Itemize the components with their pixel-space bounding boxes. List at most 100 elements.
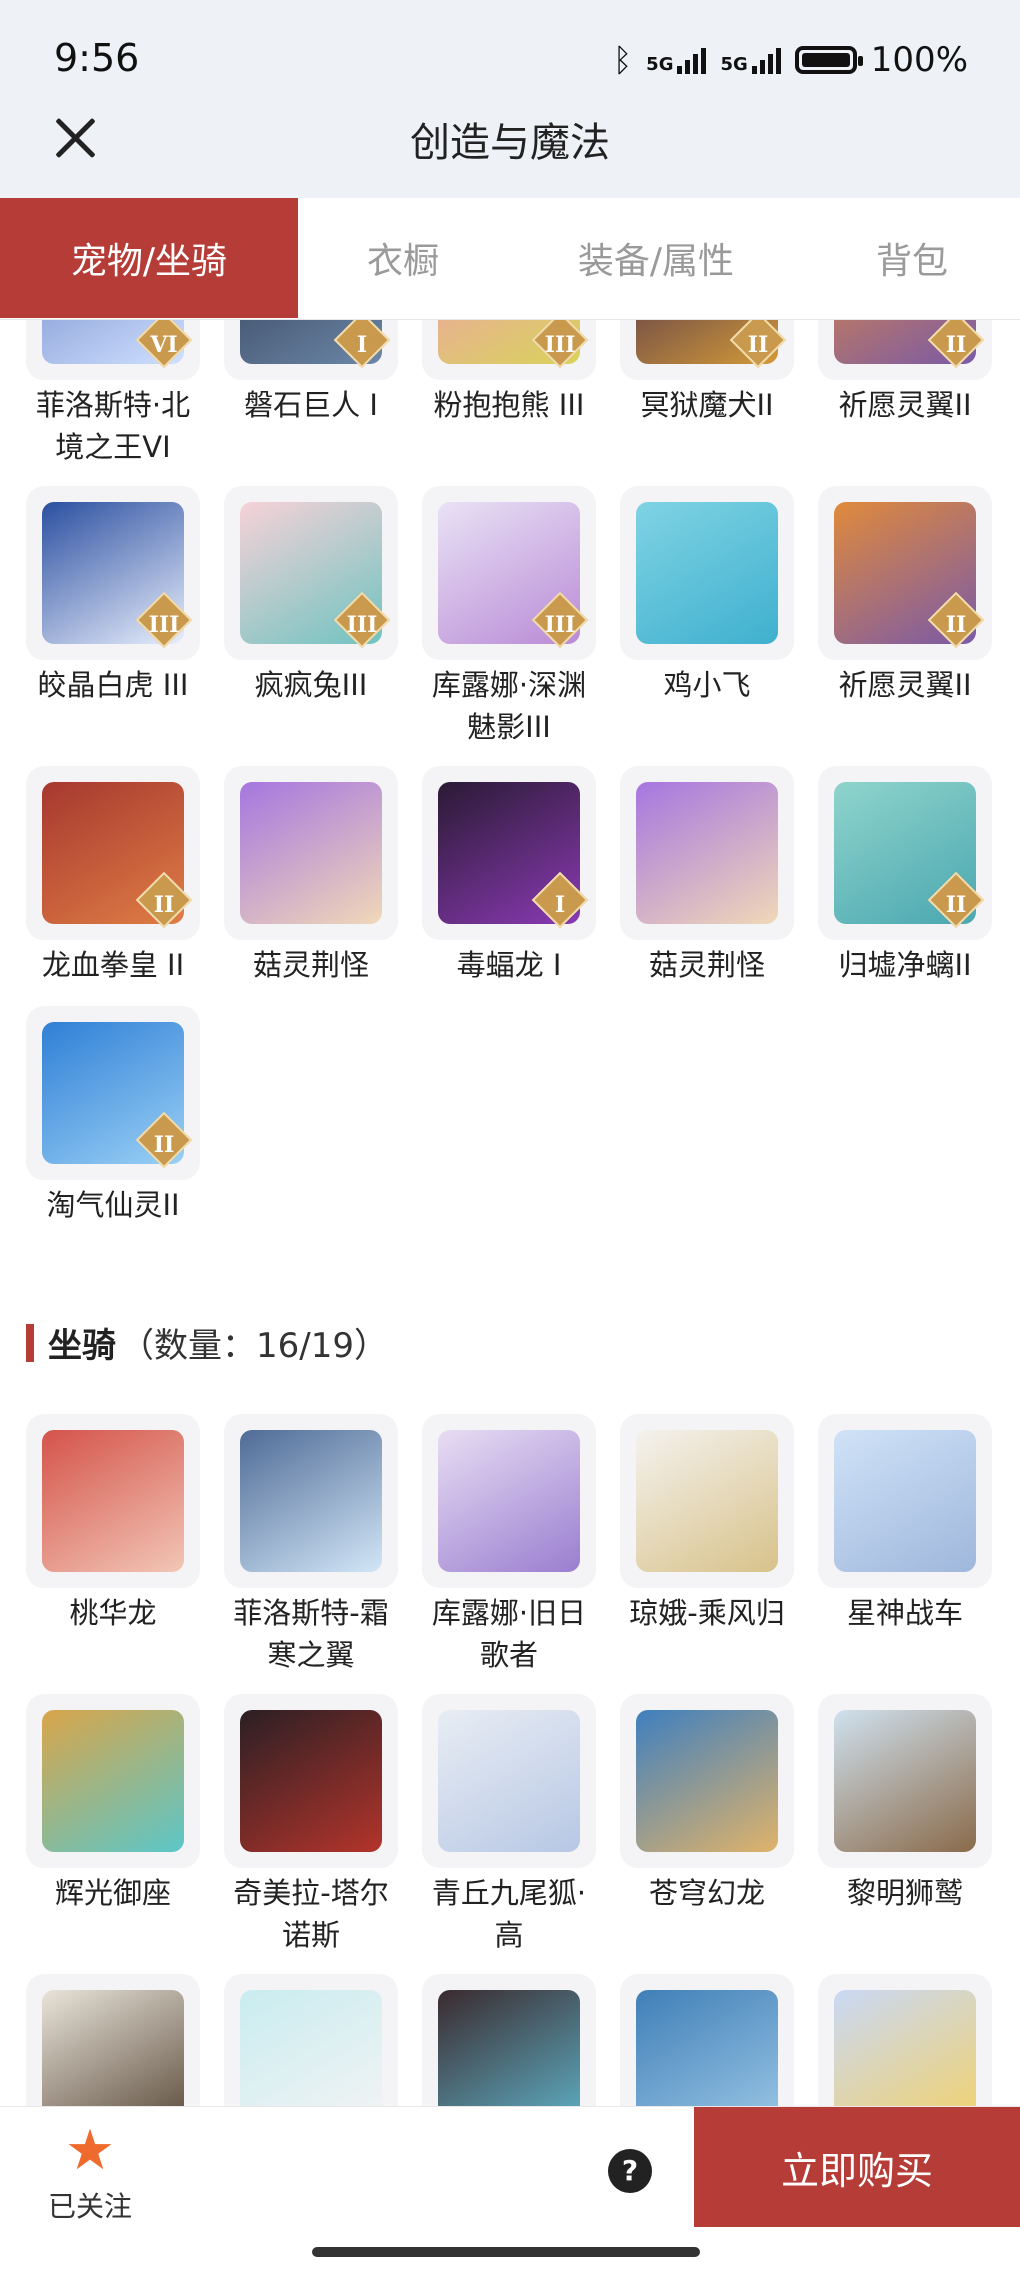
item-name: 菇灵荆怪 <box>252 948 369 982</box>
status-time: 9:56 <box>54 36 140 80</box>
item-thumbnail <box>224 1414 398 1588</box>
item-thumbnail <box>26 1974 200 2106</box>
item-name: 菲洛斯特·北境之王VI <box>35 388 191 464</box>
help-icon[interactable]: ? <box>608 2149 652 2193</box>
grid-item[interactable]: 星神战车 <box>818 1414 992 1634</box>
mounts-section-header: 坐骑 （数量：16/19） <box>26 1318 388 1367</box>
grid-item[interactable]: VI 菲洛斯特·北境之王VI <box>26 320 200 468</box>
grid-item[interactable]: III 疯疯兔III <box>224 486 398 706</box>
item-name: 青丘九尾狐·高 <box>431 1876 587 1952</box>
item-name: 磐石巨人 I <box>244 388 378 422</box>
grid-item[interactable]: II 龙血拳皇 II <box>26 766 200 986</box>
item-image <box>834 1990 976 2106</box>
grid-item[interactable]: 苍穹幻龙 <box>620 1694 794 1914</box>
grid-item[interactable]: III 皎晶白虎 III <box>26 486 200 706</box>
content-scroll-area[interactable]: VI 菲洛斯特·北境之王VI I 磐石巨人 I III 粉抱抱熊 III II 冥狱魔犬II I… <box>0 320 1020 2106</box>
bluetooth-icon: ᛒ <box>612 41 633 79</box>
follow-button[interactable]: ★ 已关注 <box>40 2121 140 2225</box>
item-image <box>42 1710 184 1852</box>
item-name: 星神战车 <box>846 1596 963 1630</box>
grid-item[interactable]: 菇灵荆怪 <box>620 766 794 986</box>
grid-item[interactable] <box>26 1974 200 2106</box>
grid-item[interactable]: I 毒蝠龙 I <box>422 766 596 986</box>
item-name: 淘气仙灵II <box>46 1188 180 1222</box>
item-image <box>240 782 382 924</box>
item-name: 归墟净螭II <box>838 948 972 982</box>
item-image <box>240 1710 382 1852</box>
item-thumbnail: II <box>26 1006 200 1180</box>
grid-item[interactable]: 青丘九尾狐·高 <box>422 1694 596 1956</box>
grid-item[interactable]: 黎明狮鹫 <box>818 1694 992 1914</box>
buy-now-button[interactable]: 立即购买 <box>694 2107 1020 2227</box>
item-image <box>42 1430 184 1572</box>
item-thumbnail <box>620 1414 794 1588</box>
tier-badge-text: II <box>153 892 175 918</box>
item-name: 库露娜·深渊魅影III <box>431 668 587 744</box>
grid-item[interactable]: 奇美拉-塔尔诺斯 <box>224 1694 398 1956</box>
item-thumbnail: III <box>422 320 596 380</box>
item-name: 粉抱抱熊 III <box>433 388 585 422</box>
item-thumbnail <box>818 1694 992 1868</box>
tier-badge-text: VI <box>150 332 178 358</box>
tier-badge-text: II <box>945 612 967 638</box>
item-thumbnail <box>818 1414 992 1588</box>
section-title: 坐骑 <box>48 1326 116 1366</box>
grid-item[interactable]: II 冥狱魔犬II <box>620 320 794 426</box>
item-thumbnail: II <box>818 486 992 660</box>
network-icon-2: 5G <box>720 46 781 75</box>
item-name: 奇美拉-塔尔诺斯 <box>233 1876 389 1952</box>
tab-backpack[interactable]: 背包 <box>804 198 1020 318</box>
grid-item[interactable]: 琼娥-乘风归 <box>620 1414 794 1634</box>
item-name: 疯疯兔III <box>254 668 368 702</box>
grid-item[interactable] <box>224 1974 398 2106</box>
battery-fill <box>801 53 850 67</box>
grid-item[interactable]: 辉光御座 <box>26 1694 200 1914</box>
grid-item[interactable]: II 祈愿灵翼II <box>818 320 992 426</box>
item-thumbnail <box>422 1694 596 1868</box>
item-name: 库露娜·旧日歌者 <box>431 1596 587 1672</box>
home-indicator <box>312 2247 700 2257</box>
grid-item[interactable]: 菲洛斯特-霜寒之翼 <box>224 1414 398 1676</box>
item-image <box>636 1990 778 2106</box>
battery-icon <box>794 46 863 74</box>
grid-item[interactable]: II 归墟净螭II <box>818 766 992 986</box>
tab-bar: 宠物/坐骑 衣橱 装备/属性 背包 <box>0 198 1020 320</box>
tier-badge-text: II <box>945 332 967 358</box>
item-thumbnail <box>620 766 794 940</box>
item-thumbnail: III <box>422 486 596 660</box>
item-image <box>636 502 778 644</box>
item-thumbnail: III <box>26 486 200 660</box>
item-thumbnail: II <box>26 766 200 940</box>
grid-item[interactable]: 库露娜·旧日歌者 <box>422 1414 596 1676</box>
grid-item[interactable]: II 淘气仙灵II <box>26 1006 200 1226</box>
grid-item[interactable]: III 粉抱抱熊 III <box>422 320 596 426</box>
grid-item[interactable]: I 磐石巨人 I <box>224 320 398 426</box>
grid-item[interactable]: 桃华龙 <box>26 1414 200 1634</box>
item-thumbnail: I <box>224 320 398 380</box>
item-thumbnail: II <box>620 320 794 380</box>
follow-label: 已关注 <box>47 2190 132 2223</box>
grid-item[interactable]: 鸡小飞 <box>620 486 794 706</box>
grid-item[interactable]: 菇灵荆怪 <box>224 766 398 986</box>
tier-badge-text: III <box>544 612 576 638</box>
item-name: 冥狱魔犬II <box>640 388 774 422</box>
tab-wardrobe[interactable]: 衣橱 <box>298 198 508 318</box>
section-accent-bar <box>26 1323 34 1362</box>
item-image <box>636 1710 778 1852</box>
grid-item[interactable]: II 祈愿灵翼II <box>818 486 992 706</box>
item-thumbnail <box>422 1414 596 1588</box>
tab-equipment-attributes[interactable]: 装备/属性 <box>508 198 804 318</box>
item-thumbnail: II <box>818 766 992 940</box>
item-image <box>438 1430 580 1572</box>
item-image <box>438 1710 580 1852</box>
grid-item[interactable] <box>422 1974 596 2106</box>
grid-item[interactable] <box>818 1974 992 2106</box>
item-image <box>42 1990 184 2106</box>
grid-item[interactable]: III 库露娜·深渊魅影III <box>422 486 596 748</box>
grid-item[interactable] <box>620 1974 794 2106</box>
network-label-2: 5G <box>720 54 748 75</box>
item-name: 琼娥-乘风归 <box>629 1596 785 1630</box>
item-image <box>636 782 778 924</box>
signal-icon <box>677 46 707 74</box>
tab-pets-mounts[interactable]: 宠物/坐骑 <box>0 198 298 318</box>
